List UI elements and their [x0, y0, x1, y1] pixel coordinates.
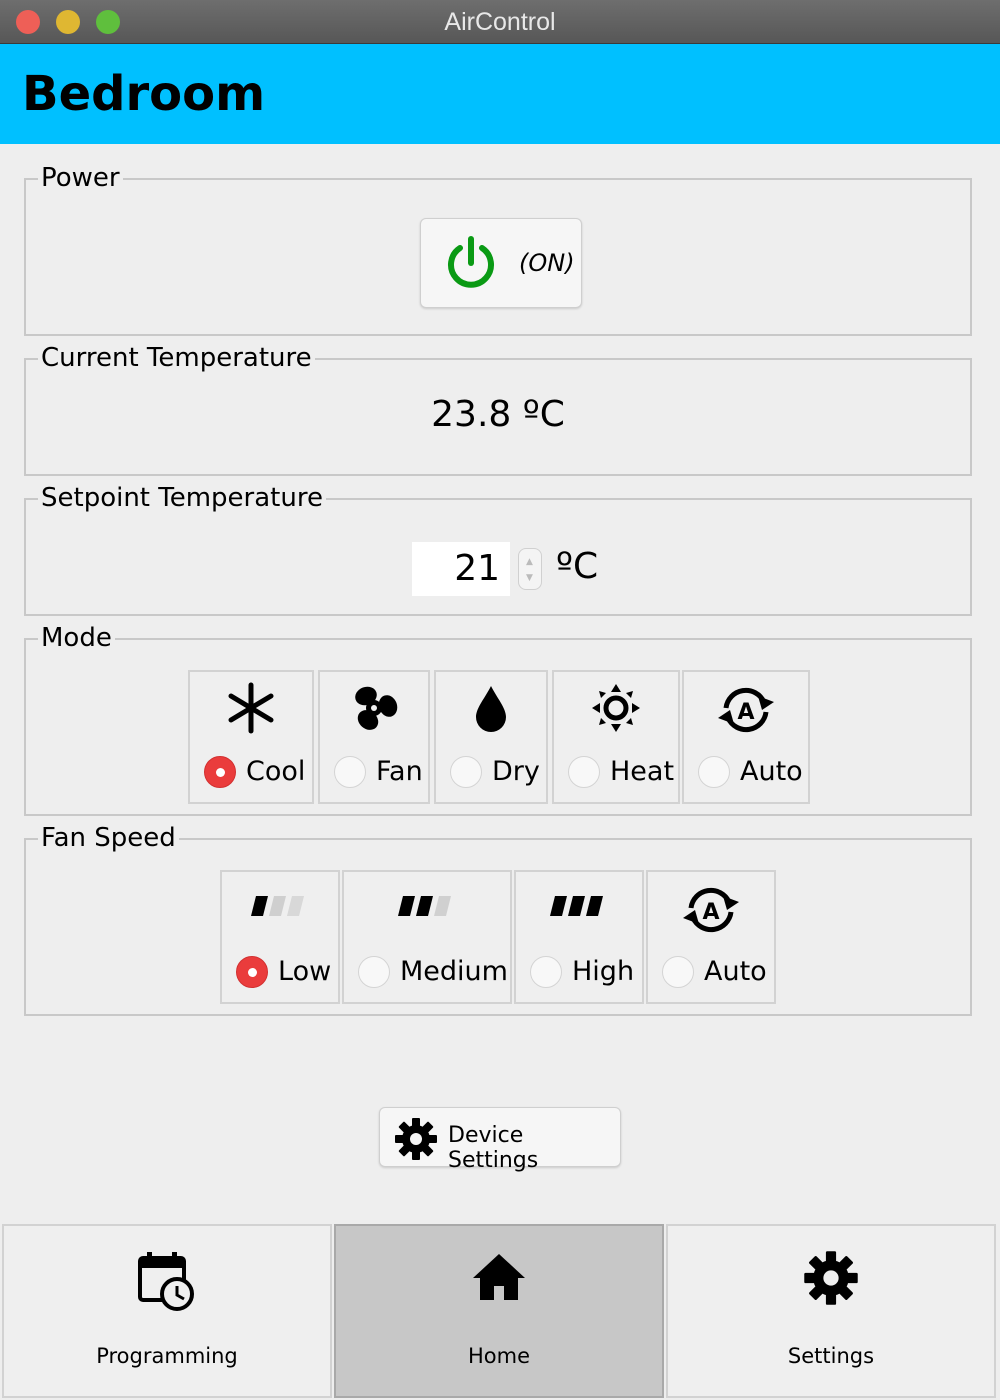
room-title: Bedroom [22, 66, 266, 122]
droplet-icon [476, 686, 506, 732]
mode-group: Mode Cool Fan Dry Heat A Auto [24, 623, 972, 816]
setpoint-stepper[interactable]: ▲ ▼ [518, 548, 542, 590]
nav-programming-label: Programming [96, 1344, 238, 1368]
device-settings-button[interactable]: Device Settings [379, 1107, 621, 1173]
mode-auto-radio[interactable] [698, 756, 730, 788]
fan-speed-legend: Fan Speed [38, 823, 179, 853]
fan-speed-auto-radio[interactable] [662, 956, 694, 988]
nav-tab-settings[interactable]: Settings [666, 1224, 996, 1398]
fan-speed-high-label: High [572, 956, 635, 987]
fan-speed-high-radio[interactable] [530, 956, 562, 988]
gear-icon [395, 1118, 437, 1160]
fan-speed-option-auto[interactable]: A Auto [646, 870, 776, 1004]
mode-option-heat[interactable]: Heat [552, 670, 680, 804]
mode-option-dry[interactable]: Dry [434, 670, 548, 804]
fan-speed-group: Fan Speed Low Medium High A Auto [24, 823, 972, 1016]
speed-low-icon [251, 896, 304, 916]
nav-home-label: Home [467, 1344, 530, 1368]
mode-option-cool[interactable]: Cool [188, 670, 314, 804]
power-state-label: (ON) [519, 249, 575, 277]
fan-speed-low-radio[interactable] [236, 956, 268, 988]
auto-cycle-icon: A [683, 887, 739, 933]
gear-icon [804, 1251, 858, 1305]
svg-text:A: A [702, 900, 719, 925]
mode-fan-radio[interactable] [334, 756, 366, 788]
calendar-clock-icon [138, 1252, 194, 1311]
window-title: AirControl [444, 8, 556, 36]
nav-tab-home[interactable]: Home [334, 1224, 664, 1398]
setpoint-input[interactable]: 21 [412, 542, 510, 596]
fan-icon [355, 686, 398, 730]
fan-speed-auto-label: Auto [704, 956, 767, 987]
power-icon [448, 236, 494, 288]
current-temperature-group: Current Temperature 23.8 ºC [24, 343, 972, 476]
current-temperature-value: 23.8 ºC [431, 394, 565, 435]
sun-icon [592, 684, 640, 732]
home-icon [473, 1254, 525, 1300]
speed-medium-icon [398, 896, 451, 916]
mode-auto-label: Auto [740, 756, 803, 787]
nav-settings-label: Settings [787, 1344, 875, 1368]
fan-speed-option-medium[interactable]: Medium [342, 870, 512, 1004]
fan-speed-low-label: Low [278, 956, 332, 987]
setpoint-temperature-group: Setpoint Temperature 21 ▲ ▼ ºC [24, 483, 972, 616]
room-header: Bedroom [0, 44, 1000, 144]
power-legend: Power [38, 163, 123, 193]
device-settings-label: Device Settings [448, 1123, 539, 1173]
setpoint-temperature-legend: Setpoint Temperature [38, 483, 326, 513]
power-group: Power (ON) [24, 163, 972, 336]
svg-text:A: A [737, 700, 754, 725]
mode-option-fan[interactable]: Fan [318, 670, 430, 804]
window-titlebar: AirControl [0, 0, 1000, 44]
snowflake-icon [228, 682, 274, 734]
mode-heat-label: Heat [610, 756, 675, 787]
mode-cool-radio[interactable] [204, 756, 236, 788]
auto-cycle-icon: A [718, 687, 774, 733]
mode-option-auto[interactable]: A Auto [682, 670, 810, 804]
fan-speed-medium-radio[interactable] [358, 956, 390, 988]
stepper-up-icon[interactable]: ▲ [526, 557, 533, 567]
power-toggle-button[interactable]: (ON) [420, 218, 582, 308]
fan-speed-medium-label: Medium [400, 956, 508, 987]
nav-tab-programming[interactable]: Programming [2, 1224, 332, 1398]
setpoint-unit: ºC [556, 546, 599, 587]
fan-speed-option-low[interactable]: Low [220, 870, 340, 1004]
current-temperature-legend: Current Temperature [38, 343, 315, 373]
stepper-down-icon[interactable]: ▼ [526, 573, 533, 583]
mode-fan-label: Fan [376, 756, 423, 787]
mode-dry-radio[interactable] [450, 756, 482, 788]
mode-legend: Mode [38, 623, 115, 653]
speed-high-icon [550, 896, 603, 916]
mode-dry-label: Dry [492, 756, 540, 787]
mode-heat-radio[interactable] [568, 756, 600, 788]
mode-cool-label: Cool [246, 756, 306, 787]
fan-speed-option-high[interactable]: High [514, 870, 644, 1004]
